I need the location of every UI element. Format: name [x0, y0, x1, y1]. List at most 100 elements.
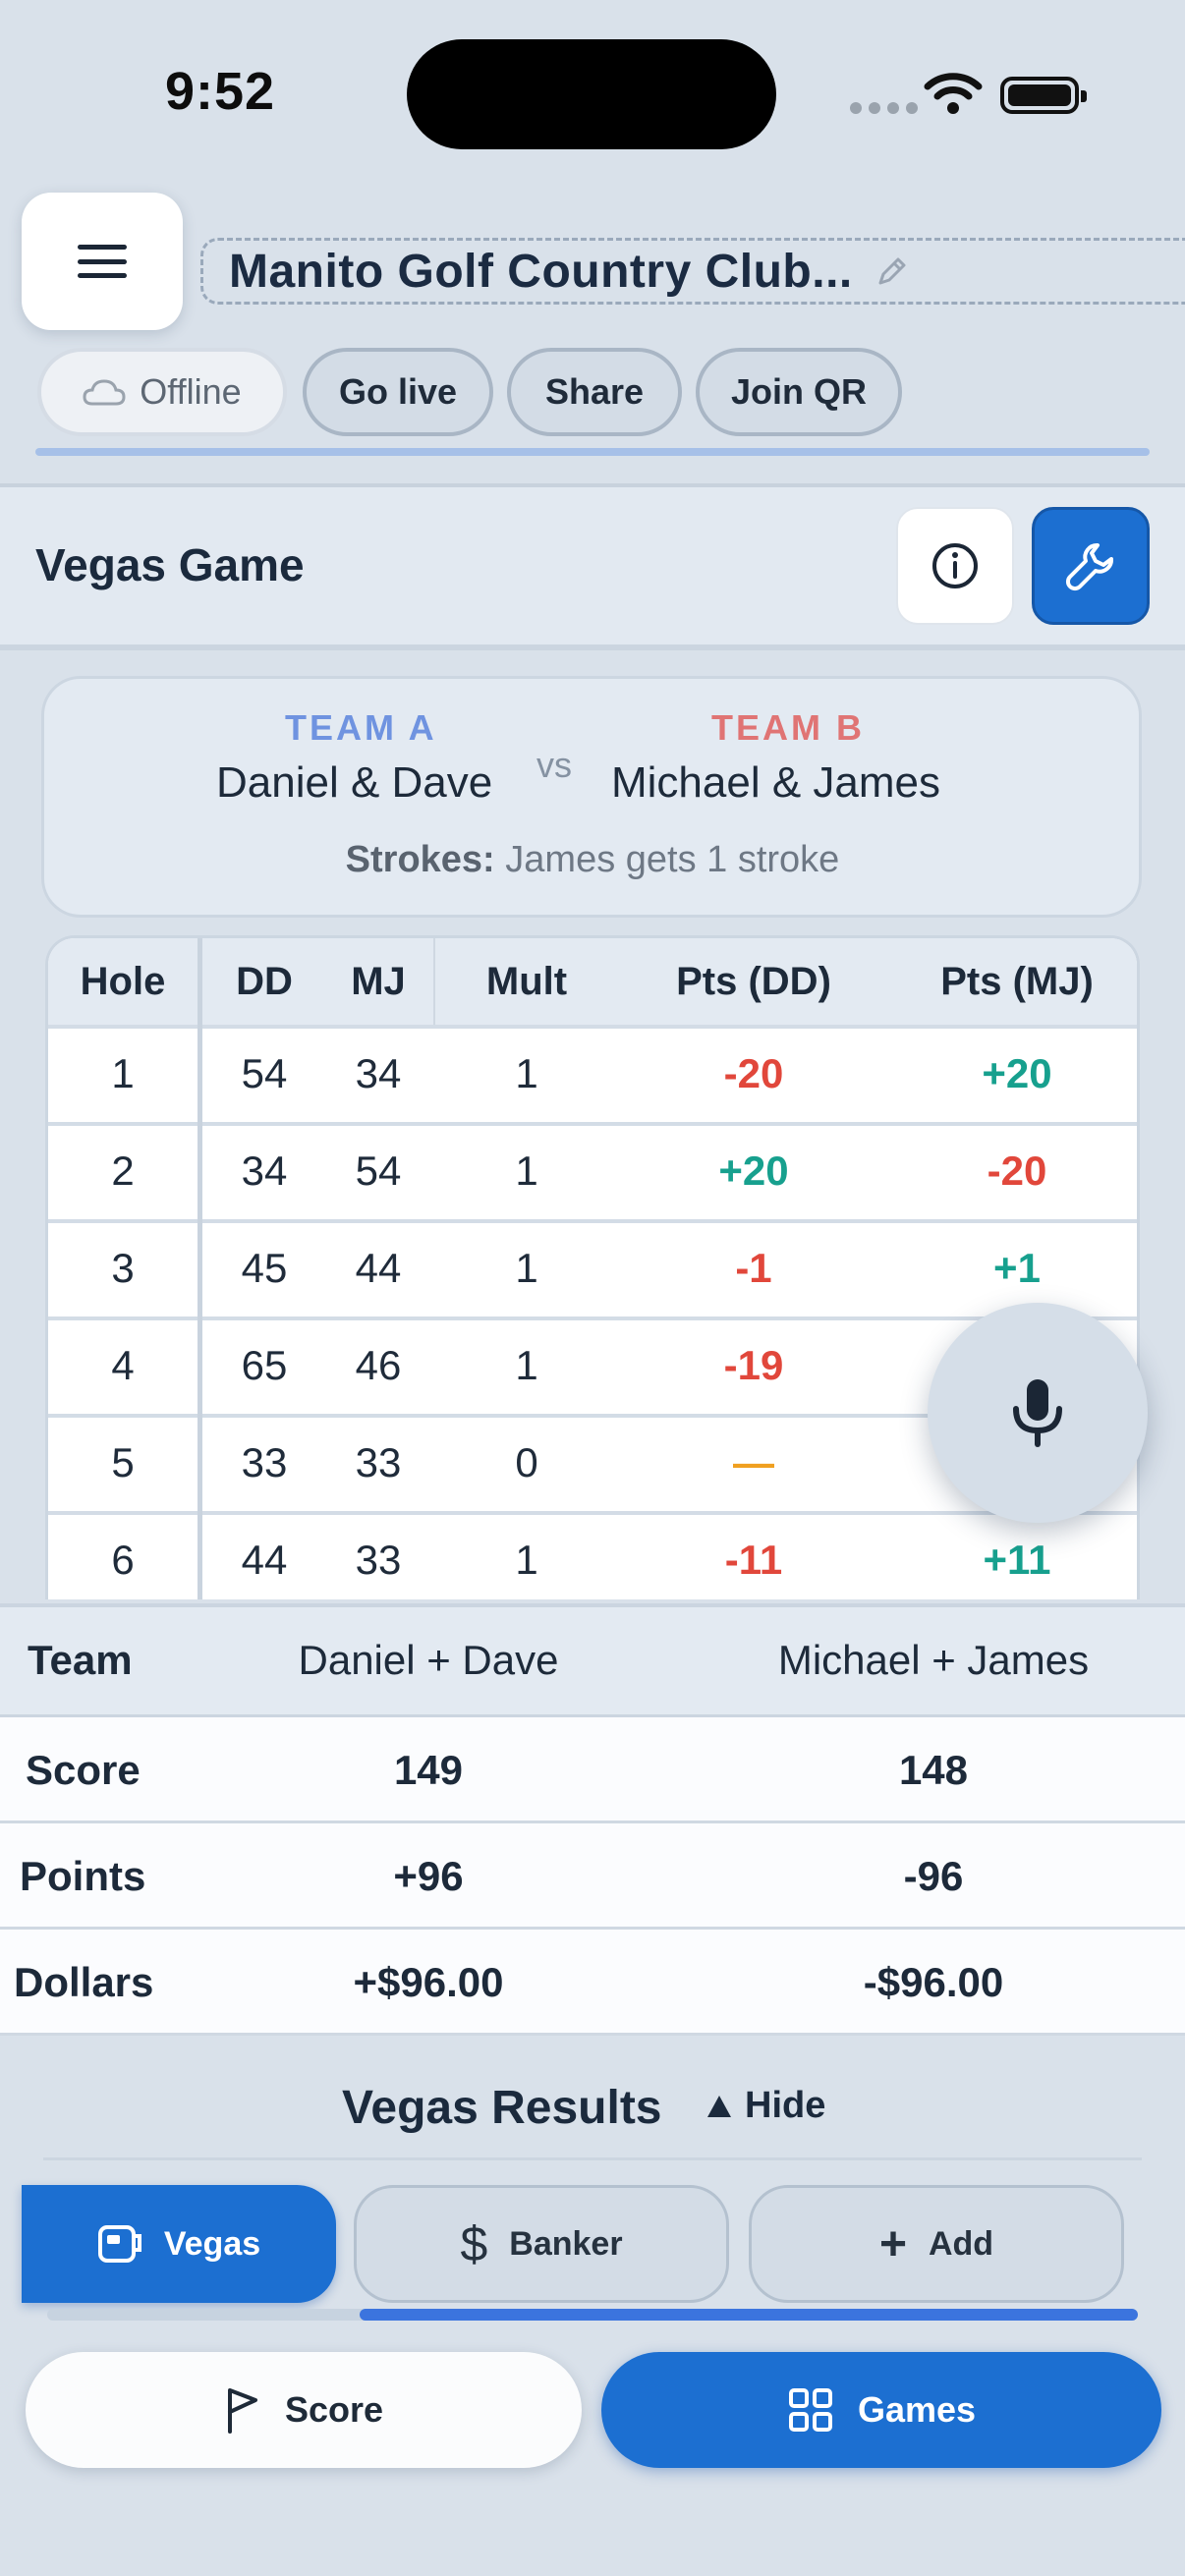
pts-mj: +20 — [982, 1050, 1052, 1096]
pts-dd: — — [733, 1439, 774, 1485]
vs-label: vs — [536, 745, 572, 785]
multiplier: 1 — [515, 1342, 538, 1388]
results-title: Vegas Results — [342, 2082, 662, 2134]
col-hole: Hole — [80, 960, 166, 1003]
dd-score[interactable]: 44 — [215, 1537, 313, 1584]
col-pts-mj: Pts (MJ) — [940, 960, 1094, 1003]
game-title: Vegas Game — [35, 539, 305, 590]
share-button[interactable]: Share — [507, 348, 682, 436]
settings-button[interactable] — [1032, 507, 1150, 625]
table-row: 2 34 54 1 +20 -20 — [48, 1122, 1137, 1219]
tabs-scroll-thumb[interactable] — [360, 2309, 1138, 2321]
hole-number: 1 — [111, 1050, 135, 1096]
col-mj: MJ — [351, 960, 406, 1003]
pts-dd: -11 — [724, 1537, 783, 1583]
team-b-value: -96 — [903, 1853, 964, 1899]
pts-mj: +11 — [983, 1537, 1051, 1583]
tab-banker-label: Banker — [509, 2224, 623, 2263]
status-time: 9:52 — [165, 62, 276, 121]
team-a-names: Daniel & Dave — [216, 758, 493, 807]
dd-score[interactable]: 45 — [215, 1245, 313, 1292]
go-live-button[interactable]: Go live — [303, 348, 493, 436]
multiplier: 1 — [515, 1245, 538, 1291]
cloud-icon — [83, 379, 126, 406]
caret-up-icon — [707, 2095, 731, 2117]
divider — [43, 2157, 1142, 2160]
mj-score[interactable]: 34 — [329, 1050, 427, 1097]
pts-mj: -20 — [987, 1148, 1047, 1194]
nav-score-label: Score — [284, 2389, 384, 2430]
row-label: Points — [20, 1853, 146, 1899]
offline-pill[interactable]: Offline — [37, 348, 287, 436]
table-row: 6 44 33 1 -11 +11 — [48, 1511, 1137, 1599]
column-divider — [433, 938, 435, 1025]
team-a-value: 149 — [393, 1747, 464, 1793]
header-scroll-indicator — [35, 448, 1150, 456]
holes-table-header: Hole DD MJ Mult Pts (DD) Pts (MJ) — [48, 938, 1137, 1025]
hole-number: 6 — [111, 1537, 135, 1583]
hide-results-toggle[interactable]: Hide — [707, 2085, 825, 2127]
nav-games[interactable]: Games — [601, 2352, 1161, 2468]
summary-table: Team Daniel + Dave Michael + James Score… — [0, 1603, 1185, 2036]
dd-score[interactable]: 34 — [215, 1148, 313, 1195]
strokes-info: Strokes: James gets 1 stroke — [0, 839, 1185, 881]
offline-label: Offline — [140, 371, 242, 412]
team-a-value: +$96.00 — [353, 1959, 504, 2005]
course-title-field[interactable]: Manito Golf Country Club... — [200, 238, 1185, 305]
col-mult: Mult — [485, 960, 568, 1003]
nav-games-label: Games — [857, 2389, 977, 2430]
menu-button[interactable] — [22, 193, 183, 330]
tab-add-label: Add — [928, 2224, 994, 2263]
info-button[interactable] — [896, 507, 1014, 625]
row-label: Dollars — [14, 1959, 154, 2005]
summary-row-score: Score 149 148 — [0, 1717, 1185, 1823]
mj-score[interactable]: 33 — [329, 1439, 427, 1486]
dynamic-island — [407, 39, 776, 149]
row-label: Score — [26, 1747, 141, 1793]
dd-score[interactable]: 65 — [215, 1342, 313, 1389]
summary-row-dollars: Dollars +$96.00 -$96.00 — [0, 1930, 1185, 2036]
team-b-value: 148 — [898, 1747, 969, 1793]
strokes-text: James gets 1 stroke — [505, 839, 840, 880]
dd-score[interactable]: 54 — [215, 1050, 313, 1097]
tab-add[interactable]: + Add — [749, 2185, 1124, 2303]
mj-score[interactable]: 33 — [329, 1537, 427, 1584]
battery-icon — [1000, 77, 1087, 114]
strokes-label: Strokes: — [345, 839, 495, 880]
multiplier: 1 — [515, 1537, 538, 1583]
table-row: 3 45 44 1 -1 +1 — [48, 1219, 1137, 1316]
tab-vegas[interactable]: Vegas — [22, 2185, 336, 2303]
summary-col-team-a: Daniel + Dave — [298, 1637, 559, 1683]
pts-dd: -1 — [735, 1245, 772, 1291]
team-b-label: TEAM B — [711, 707, 865, 748]
wrench-icon — [1065, 543, 1113, 591]
hole-number: 2 — [111, 1148, 135, 1194]
mj-score[interactable]: 54 — [329, 1148, 427, 1195]
tab-vegas-label: Vegas — [163, 2224, 261, 2263]
col-pts-dd: Pts (DD) — [676, 960, 831, 1003]
dollar-icon: $ — [460, 2216, 488, 2271]
team-b-names: Michael & James — [611, 758, 941, 807]
vegas-icon — [97, 2225, 141, 2263]
info-icon — [932, 543, 978, 588]
cellular-signal-icon — [850, 102, 918, 114]
microphone-icon — [1013, 1379, 1062, 1447]
pts-mj: +1 — [993, 1245, 1041, 1291]
summary-header: Team Daniel + Dave Michael + James — [0, 1607, 1185, 1717]
course-title: Manito Golf Country Club... — [229, 245, 853, 298]
microphone-button[interactable] — [928, 1303, 1148, 1523]
multiplier: 0 — [515, 1439, 538, 1485]
teams-card — [41, 676, 1142, 918]
plus-icon: + — [878, 2217, 907, 2270]
pts-dd: -20 — [723, 1050, 784, 1096]
nav-score[interactable]: Score — [26, 2352, 582, 2468]
mj-score[interactable]: 44 — [329, 1245, 427, 1292]
tab-banker[interactable]: $ Banker — [354, 2185, 729, 2303]
dd-score[interactable]: 33 — [215, 1439, 313, 1486]
join-qr-button[interactable]: Join QR — [696, 348, 902, 436]
summary-col-team: Team — [28, 1637, 133, 1683]
summary-row-points: Points +96 -96 — [0, 1823, 1185, 1930]
wifi-icon — [924, 73, 983, 114]
hole-number: 5 — [111, 1439, 135, 1485]
mj-score[interactable]: 46 — [329, 1342, 427, 1389]
